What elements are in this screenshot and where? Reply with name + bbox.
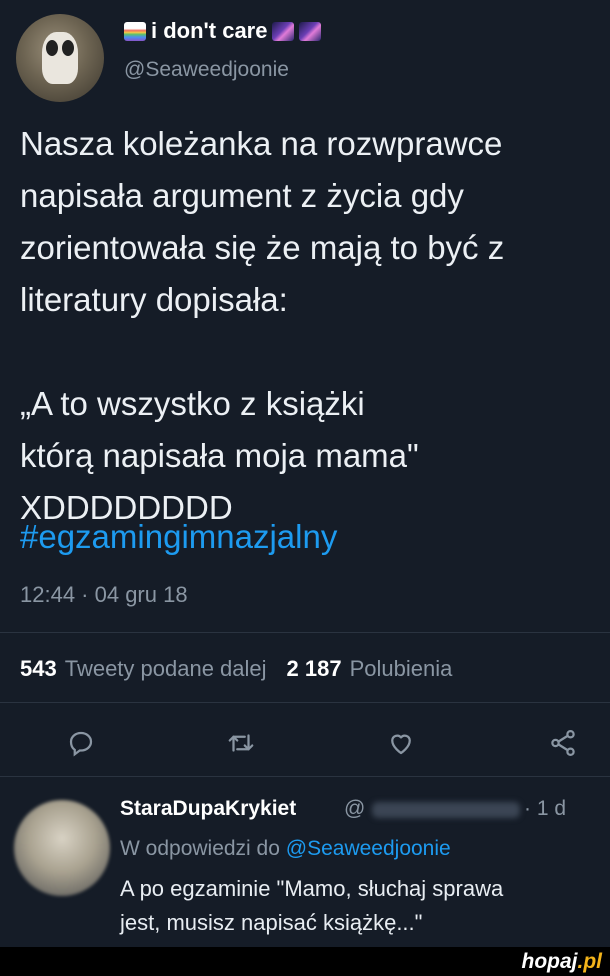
watermark-bar [0,947,610,976]
reply-author-handle[interactable]: @ [344,797,365,821]
avatar-cat-patch-left [46,40,58,56]
reply-handle-blurred [372,802,520,818]
author-handle[interactable]: @Seaweedjoonie [124,58,289,82]
retweet-icon[interactable] [226,728,256,758]
tweet-timestamp: 12:44 · 04 gru 18 [20,582,188,607]
reply-text: A po egzaminie "Mamo, słuchaj sprawa jes… [120,876,504,935]
author-avatar[interactable] [16,14,104,102]
avatar-cat-image [42,32,78,84]
reply-to-mention-link[interactable]: @Seaweedjoonie [286,837,451,860]
tweet-stats: 543 Tweety podane dalej 2 187 Polubienia [20,656,452,682]
like-icon[interactable] [386,728,416,758]
reply-to-line: W odpowiedzi do @Seaweedjoonie [120,837,451,861]
share-icon[interactable] [548,728,578,758]
reply-author-avatar[interactable] [14,800,110,896]
avatar-cat-patch-right [62,40,74,56]
retweet-label[interactable]: Tweety podane dalej [65,656,267,682]
watermark-main: hopaj [521,950,578,973]
watermark-suffix: .pl [577,950,603,973]
like-label[interactable]: Polubienia [350,656,453,682]
tweet-text: Nasza koleżanka na rozwprawce napisała a… [20,125,505,526]
like-count[interactable]: 2 187 [287,656,342,682]
reply-icon[interactable] [66,728,96,758]
divider [0,776,610,777]
author-display-name[interactable]: i don't care [124,18,322,44]
watermark-logo: hopaj.pl [522,950,603,974]
divider [0,702,610,703]
tweet-hashtag-link[interactable]: #egzamingimnazjalny [20,518,337,556]
galaxy-emoji-icon [272,21,295,41]
retweet-count[interactable]: 543 [20,656,57,682]
rainbow-emoji-icon [124,21,146,41]
reply-age: · 1 d [524,797,567,820]
galaxy-emoji-icon-2 [299,21,322,41]
reply-author-name[interactable]: StaraDupaKrykiet [120,797,296,821]
reply-to-prefix: W odpowiedzi do [120,837,280,860]
divider [0,632,610,633]
display-name-text: i don't care [151,18,268,43]
